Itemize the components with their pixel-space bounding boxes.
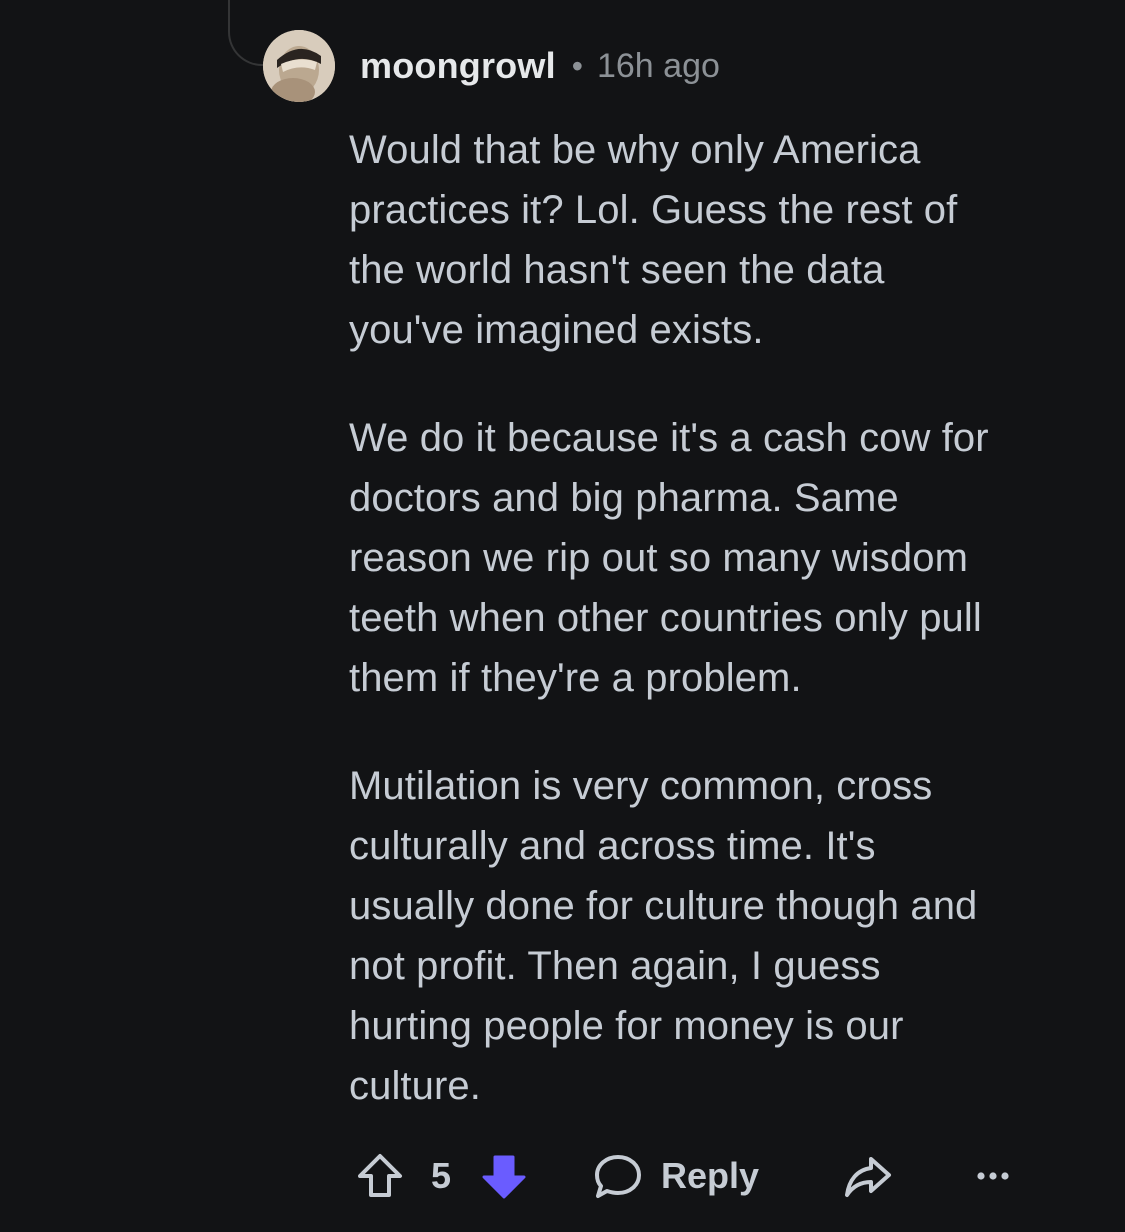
comment-body: Would that be why only America practices… [349, 120, 1069, 1164]
reply-label: Reply [661, 1155, 760, 1196]
vote-count: 5 [431, 1155, 452, 1196]
comment-action-bar: 5 Reply [355, 1140, 1055, 1212]
comment-timestamp: 16h ago [596, 46, 720, 85]
meta-separator: • [571, 47, 583, 84]
reply-button[interactable]: Reply [593, 1140, 759, 1212]
upvote-button[interactable] [355, 1140, 405, 1212]
username-link[interactable]: moongrowl [360, 45, 556, 87]
downvote-button[interactable] [479, 1140, 529, 1212]
downvote-arrow-icon [482, 1155, 526, 1199]
upvote-arrow-icon [358, 1154, 402, 1197]
share-button[interactable] [843, 1140, 893, 1212]
comment-paragraph: Mutilation is very common, cross cultura… [349, 764, 978, 1108]
avatar-image [263, 30, 335, 102]
speech-bubble-icon [595, 1155, 641, 1198]
comment-paragraph: Would that be why only America practices… [349, 128, 958, 352]
vote-count-wrap: 5 [431, 1140, 451, 1212]
comment-paragraph: We do it because it's a cash cow for doc… [349, 416, 989, 700]
share-arrow-icon [845, 1157, 891, 1197]
more-options-button[interactable] [973, 1140, 1013, 1212]
thread-connector-line [228, 0, 266, 66]
more-dots-icon [977, 1172, 1009, 1180]
comment-header: moongrowl • 16h ago [360, 42, 720, 90]
user-avatar[interactable] [263, 30, 335, 102]
